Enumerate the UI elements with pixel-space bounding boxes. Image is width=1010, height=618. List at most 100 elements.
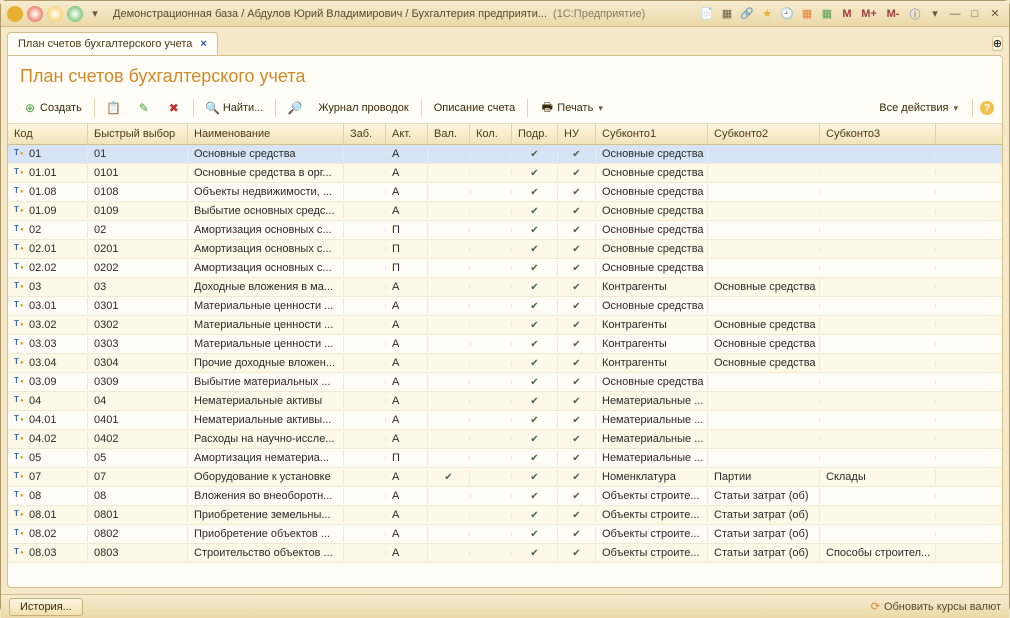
table-cell [428,247,470,251]
column-header[interactable]: Код [8,124,88,144]
table-cell [428,228,470,232]
table-cell: Партии [708,469,820,485]
row-icon [14,358,26,368]
table-cell: Контрагенты [596,336,708,352]
column-header[interactable]: Акт. [386,124,428,144]
table-row[interactable]: 0303Доходные вложения в ма...А✔✔Контраге… [8,278,1002,297]
table-row[interactable]: 01.080108Объекты недвижимости, ...А✔✔Осн… [8,183,1002,202]
table-cell: Материальные ценности ... [188,298,344,314]
info-icon[interactable]: ⓘ [907,6,923,22]
table-row[interactable]: 02.020202Амортизация основных с...П✔✔Осн… [8,259,1002,278]
column-header[interactable]: Быстрый выбор [88,124,188,144]
row-icon [14,149,26,159]
table-row[interactable]: 08.020802Приобретение объектов ...А✔✔Объ… [8,525,1002,544]
minimize-icon[interactable]: — [947,6,963,22]
all-actions-button[interactable]: Все действия ▾ [872,98,965,118]
table-row[interactable]: 01.010101Основные средства в орг...А✔✔Ос… [8,164,1002,183]
table-cell: 04.01 [8,412,88,428]
table-cell [344,171,386,175]
column-header[interactable]: Вал. [428,124,470,144]
column-header[interactable]: Кол. [470,124,512,144]
maximize-icon[interactable]: □ [967,6,983,22]
table-cell: ✔ [512,432,558,447]
sys-max-icon[interactable] [67,6,83,22]
table-cell: 02.02 [8,260,88,276]
table-row[interactable]: 04.020402Расходы на научно-иссле...А✔✔Не… [8,430,1002,449]
sys-min-icon[interactable] [47,6,63,22]
table-cell: Амортизация основных с... [188,222,344,238]
window-subtitle: (1С:Предприятие) [553,8,645,20]
table-row[interactable]: 08.030803Строительство объектов ...А✔✔Об… [8,544,1002,563]
sys-close-icon[interactable] [27,6,43,22]
history-icon[interactable]: 🕘 [779,6,795,22]
m-button[interactable]: M [839,6,855,22]
table-row[interactable]: 0101Основные средстваА✔✔Основные средств… [8,145,1002,164]
row-icon [14,282,26,292]
column-header[interactable]: Субконто1 [596,124,708,144]
column-header[interactable]: Наименование [188,124,344,144]
app-icon[interactable] [7,6,23,22]
copy-button[interactable]: 📋 [100,97,128,119]
table-row[interactable]: 03.010301Материальные ценности ...А✔✔Осн… [8,297,1002,316]
dropdown2-icon[interactable]: ▾ [927,6,943,22]
refresh-label[interactable]: Обновить курсы валют [884,601,1001,613]
row-icon [14,491,26,501]
column-header[interactable]: НУ [558,124,596,144]
table-cell: А [386,431,428,447]
column-header[interactable]: Заб. [344,124,386,144]
table-row[interactable]: 0505Амортизация нематериа...П✔✔Нематериа… [8,449,1002,468]
table-cell [428,456,470,460]
description-button[interactable]: Описание счета [427,98,523,118]
table-cell: Основные средства [596,184,708,200]
star-icon[interactable]: ★ [759,6,775,22]
column-header[interactable]: Подр. [512,124,558,144]
column-header[interactable]: Субконто3 [820,124,936,144]
table-row[interactable]: 03.030303Материальные ценности ...А✔✔Кон… [8,335,1002,354]
table-cell: П [386,260,428,276]
table-row[interactable]: 01.090109Выбытие основных средс...А✔✔Осн… [8,202,1002,221]
tab-expand-icon[interactable]: ⊕ [992,36,1003,51]
m-plus-button[interactable]: M+ [859,6,879,22]
table-cell: А [386,203,428,219]
table-cell: ✔ [512,337,558,352]
row-icon [14,187,26,197]
help-icon[interactable]: ? [980,101,994,115]
table-cell: 01.09 [8,203,88,219]
dropdown-icon[interactable]: ▾ [87,6,103,22]
link-icon[interactable]: 🔗 [739,6,755,22]
table-row[interactable]: 02.010201Амортизация основных с...П✔✔Осн… [8,240,1002,259]
close-icon[interactable]: ✕ [987,6,1003,22]
grid-header: КодБыстрый выборНаименованиеЗаб.Акт.Вал.… [8,124,1002,145]
clear-find-button[interactable]: 🔎 [281,97,309,119]
separator [527,99,528,117]
tab-close-icon[interactable]: × [200,38,206,50]
table-row[interactable]: 0808Вложения во внеоборотн...А✔✔Объекты … [8,487,1002,506]
create-button[interactable]: ⊕ Создать [16,97,89,119]
table-row[interactable]: 0707Оборудование к установкеА✔✔✔Номенкла… [8,468,1002,487]
grid-icon[interactable]: ▦ [719,6,735,22]
row-icon [14,548,26,558]
table-row[interactable]: 0202Амортизация основных с...П✔✔Основные… [8,221,1002,240]
table-row[interactable]: 03.020302Материальные ценности ...А✔✔Кон… [8,316,1002,335]
find-button[interactable]: 🔍 Найти... [199,97,271,119]
table-row[interactable]: 03.090309Выбытие материальных ...А✔✔Осно… [8,373,1002,392]
table-row[interactable]: 03.040304Прочие доходные вложен...А✔✔Кон… [8,354,1002,373]
table-cell: Основные средства [596,260,708,276]
table-cell: А [386,545,428,561]
refresh-icon[interactable]: ⟳ [871,600,880,613]
calendar-icon[interactable]: ▦ [819,6,835,22]
grid-body[interactable]: 0101Основные средстваА✔✔Основные средств… [8,145,1002,587]
edit-button[interactable]: ✎ [130,97,158,119]
table-row[interactable]: 0404Нематериальные активыА✔✔Нематериальн… [8,392,1002,411]
doc-icon[interactable]: 📄 [699,6,715,22]
column-header[interactable]: Субконто2 [708,124,820,144]
table-row[interactable]: 04.010401Нематериальные активы...А✔✔Нема… [8,411,1002,430]
journal-button[interactable]: Журнал проводок [311,98,415,118]
delete-button[interactable]: ✖ [160,97,188,119]
calc-icon[interactable]: ▦ [799,6,815,22]
table-row[interactable]: 08.010801Приобретение земельны...А✔✔Объе… [8,506,1002,525]
m-minus-button[interactable]: M- [883,6,903,22]
print-button[interactable]: 🖶 Печать ▾ [533,97,610,119]
tab-active[interactable]: План счетов бухгалтерского учета × [7,32,218,55]
table-cell [470,342,512,346]
